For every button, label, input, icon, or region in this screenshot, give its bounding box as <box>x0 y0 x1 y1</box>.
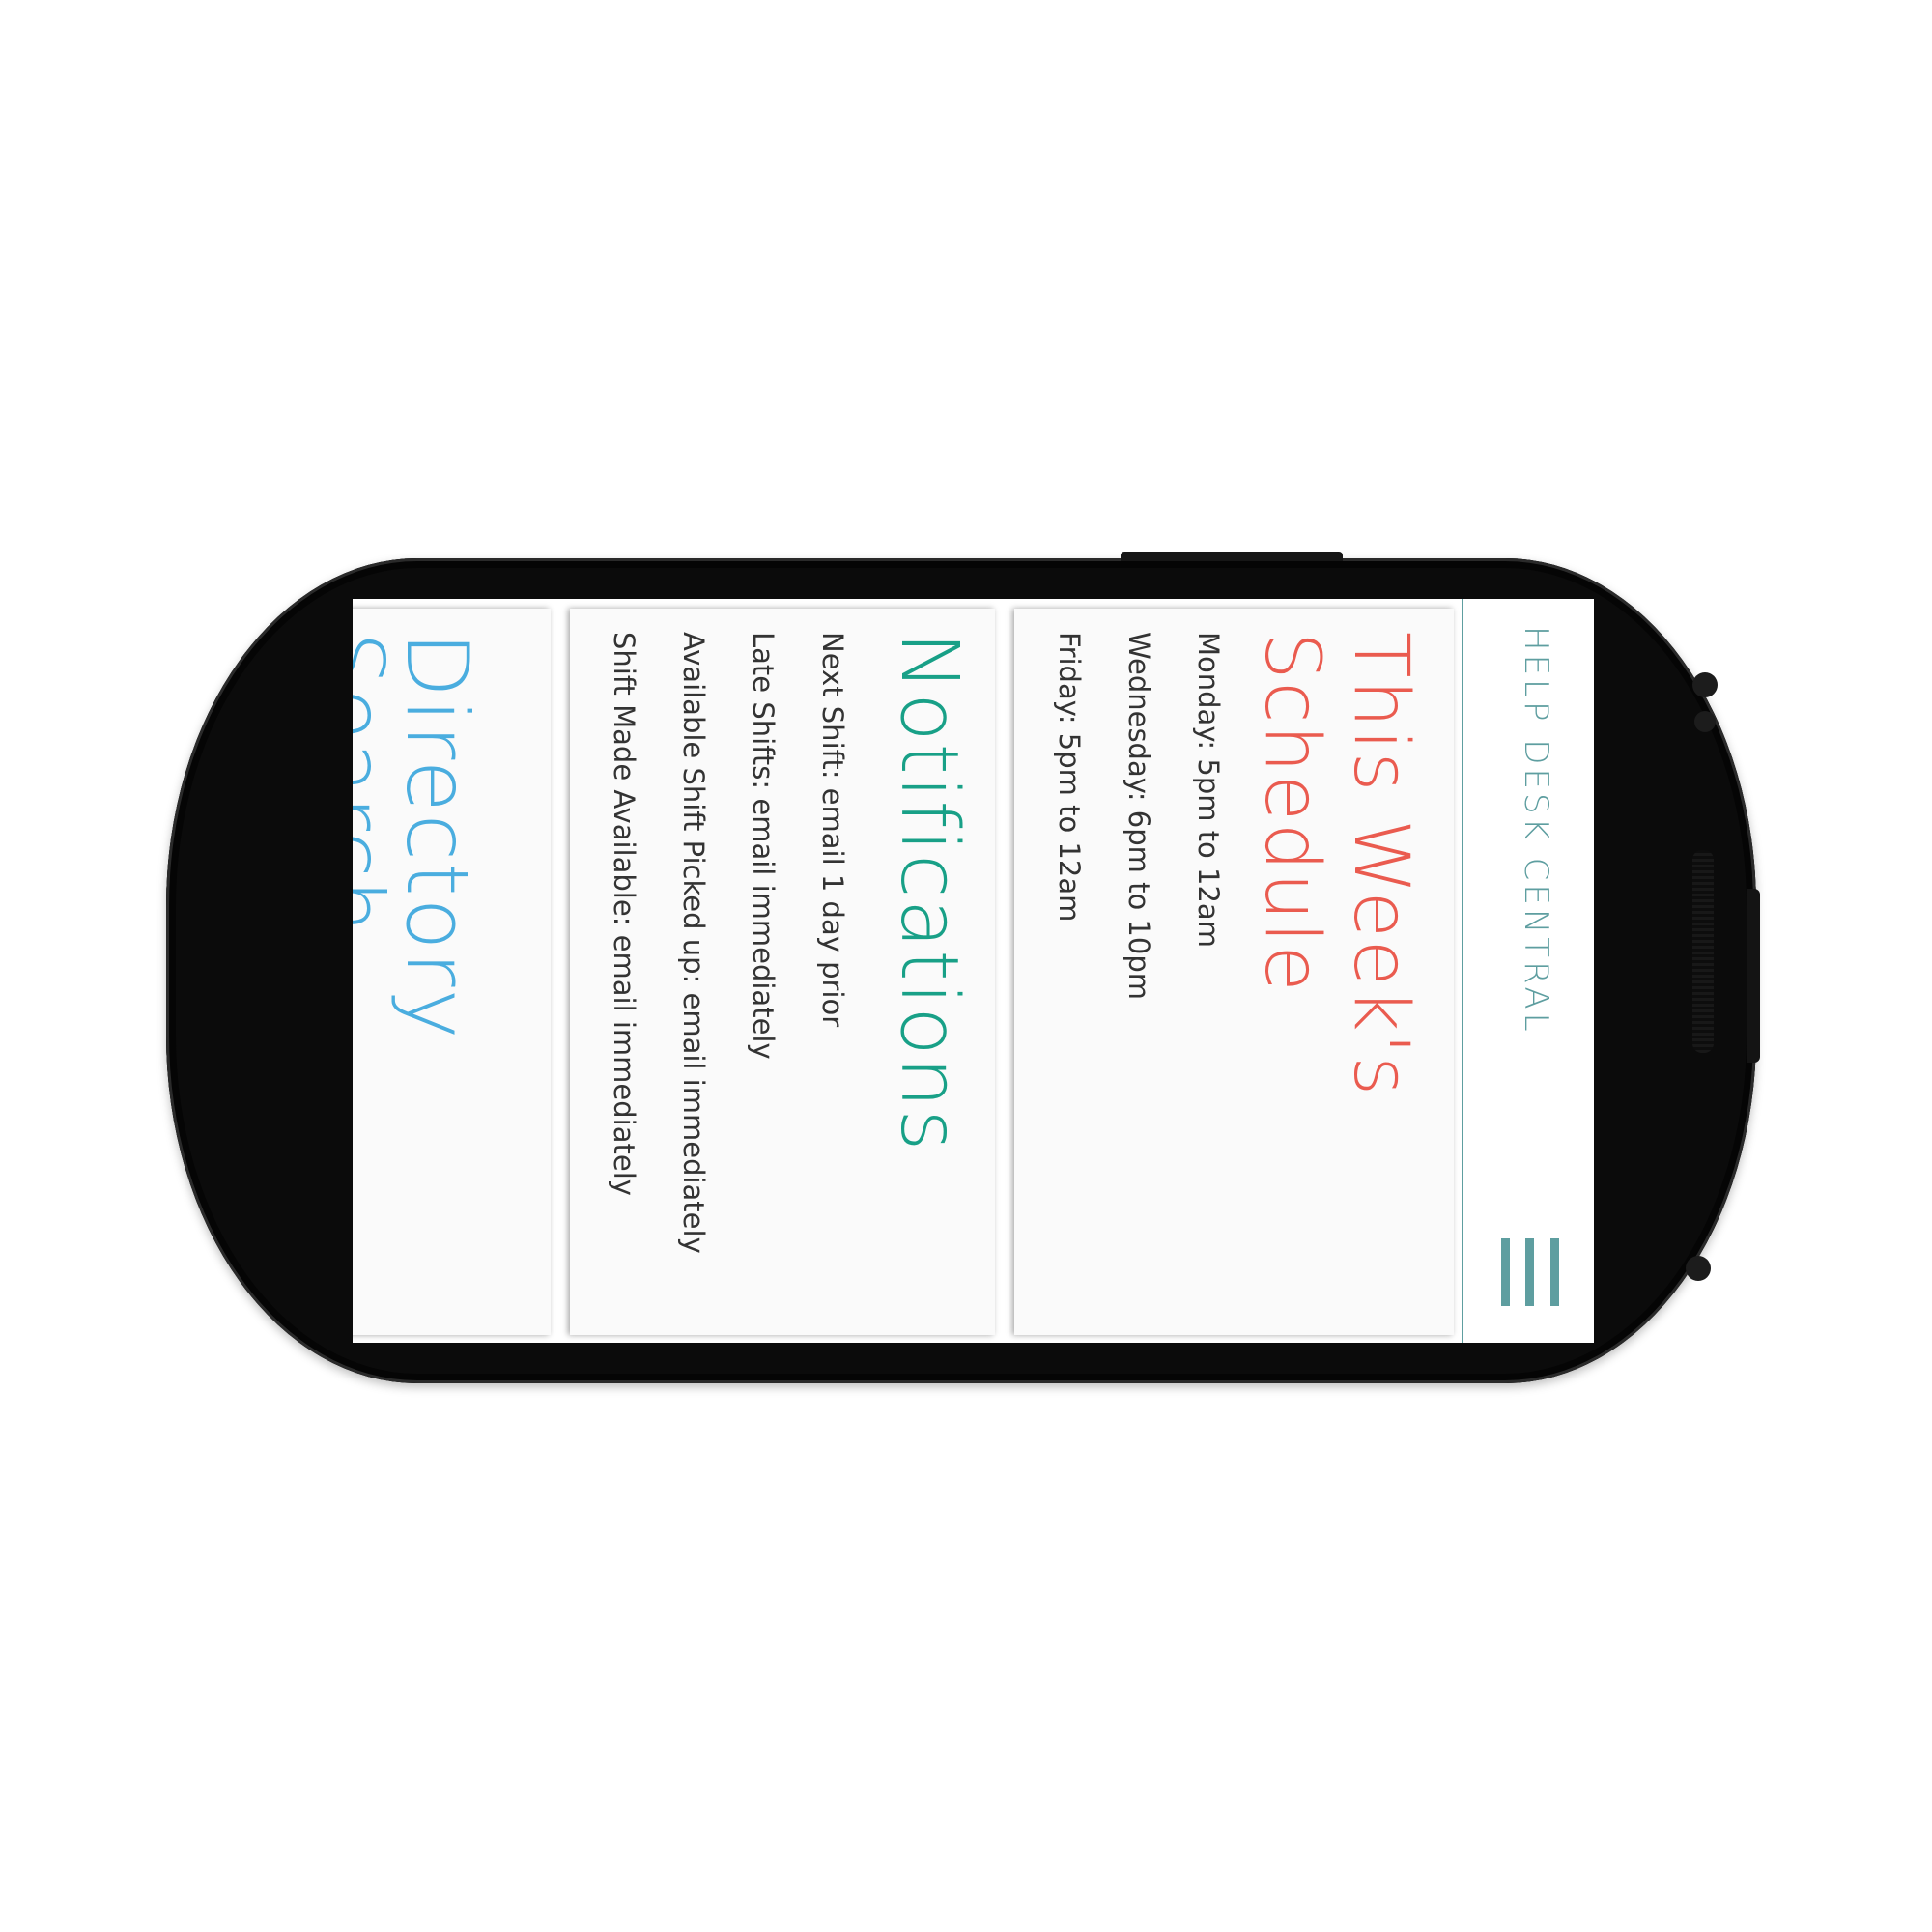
schedule-card-title: This Week's Schedule <box>1247 632 1425 1097</box>
notification-led <box>1686 1256 1711 1281</box>
schedule-title-line2: Schedule <box>1248 632 1335 994</box>
directory-search-card[interactable]: Directory Search <box>353 609 551 1335</box>
notification-item-next-shift: Next Shift: email 1 day prior <box>816 632 849 1028</box>
power-button <box>1121 552 1343 561</box>
notification-item-shift-picked-up: Available Shift Picked up: email immedia… <box>677 632 710 1254</box>
schedule-list: Monday: 5pm to 12am Wednesday: 6pm to 10… <box>1035 632 1243 1000</box>
menu-line <box>1525 1238 1535 1306</box>
schedule-item-friday: Friday: 5pm to 12am <box>1053 632 1086 923</box>
hamburger-menu-icon[interactable] <box>1501 1238 1559 1306</box>
notifications-list: Next Shift: email 1 day prior Late Shift… <box>589 632 867 1254</box>
camera-icon <box>1692 672 1718 697</box>
notifications-card-title: Notifications <box>883 632 975 1153</box>
menu-line <box>1550 1238 1559 1306</box>
notifications-card[interactable]: Notifications Next Shift: email 1 day pr… <box>570 609 995 1335</box>
schedule-card[interactable]: This Week's Schedule Monday: 5pm to 12am… <box>1014 609 1454 1335</box>
app-viewport: HELP DESK CENTRAL This Week's Schedule M… <box>353 599 1594 1343</box>
phone-screen: HELP DESK CENTRAL This Week's Schedule M… <box>353 599 1594 1343</box>
app-header: HELP DESK CENTRAL <box>1462 599 1594 1343</box>
notification-item-shift-available: Shift Made Available: email immediately <box>608 632 640 1196</box>
schedule-title-line1: This Week's <box>1337 632 1424 1097</box>
menu-line <box>1501 1238 1510 1306</box>
volume-button <box>1747 889 1760 1063</box>
schedule-item-monday: Monday: 5pm to 12am <box>1192 632 1225 948</box>
app-title: HELP DESK CENTRAL <box>1517 626 1555 1036</box>
schedule-item-wednesday: Wednesday: 6pm to 10pm <box>1122 632 1155 1000</box>
directory-search-title: Directory Search <box>353 632 487 1041</box>
speaker-grille <box>1692 850 1714 1053</box>
notification-item-late-shifts: Late Shifts: email immediately <box>747 632 780 1060</box>
proximity-sensor <box>1694 711 1716 732</box>
